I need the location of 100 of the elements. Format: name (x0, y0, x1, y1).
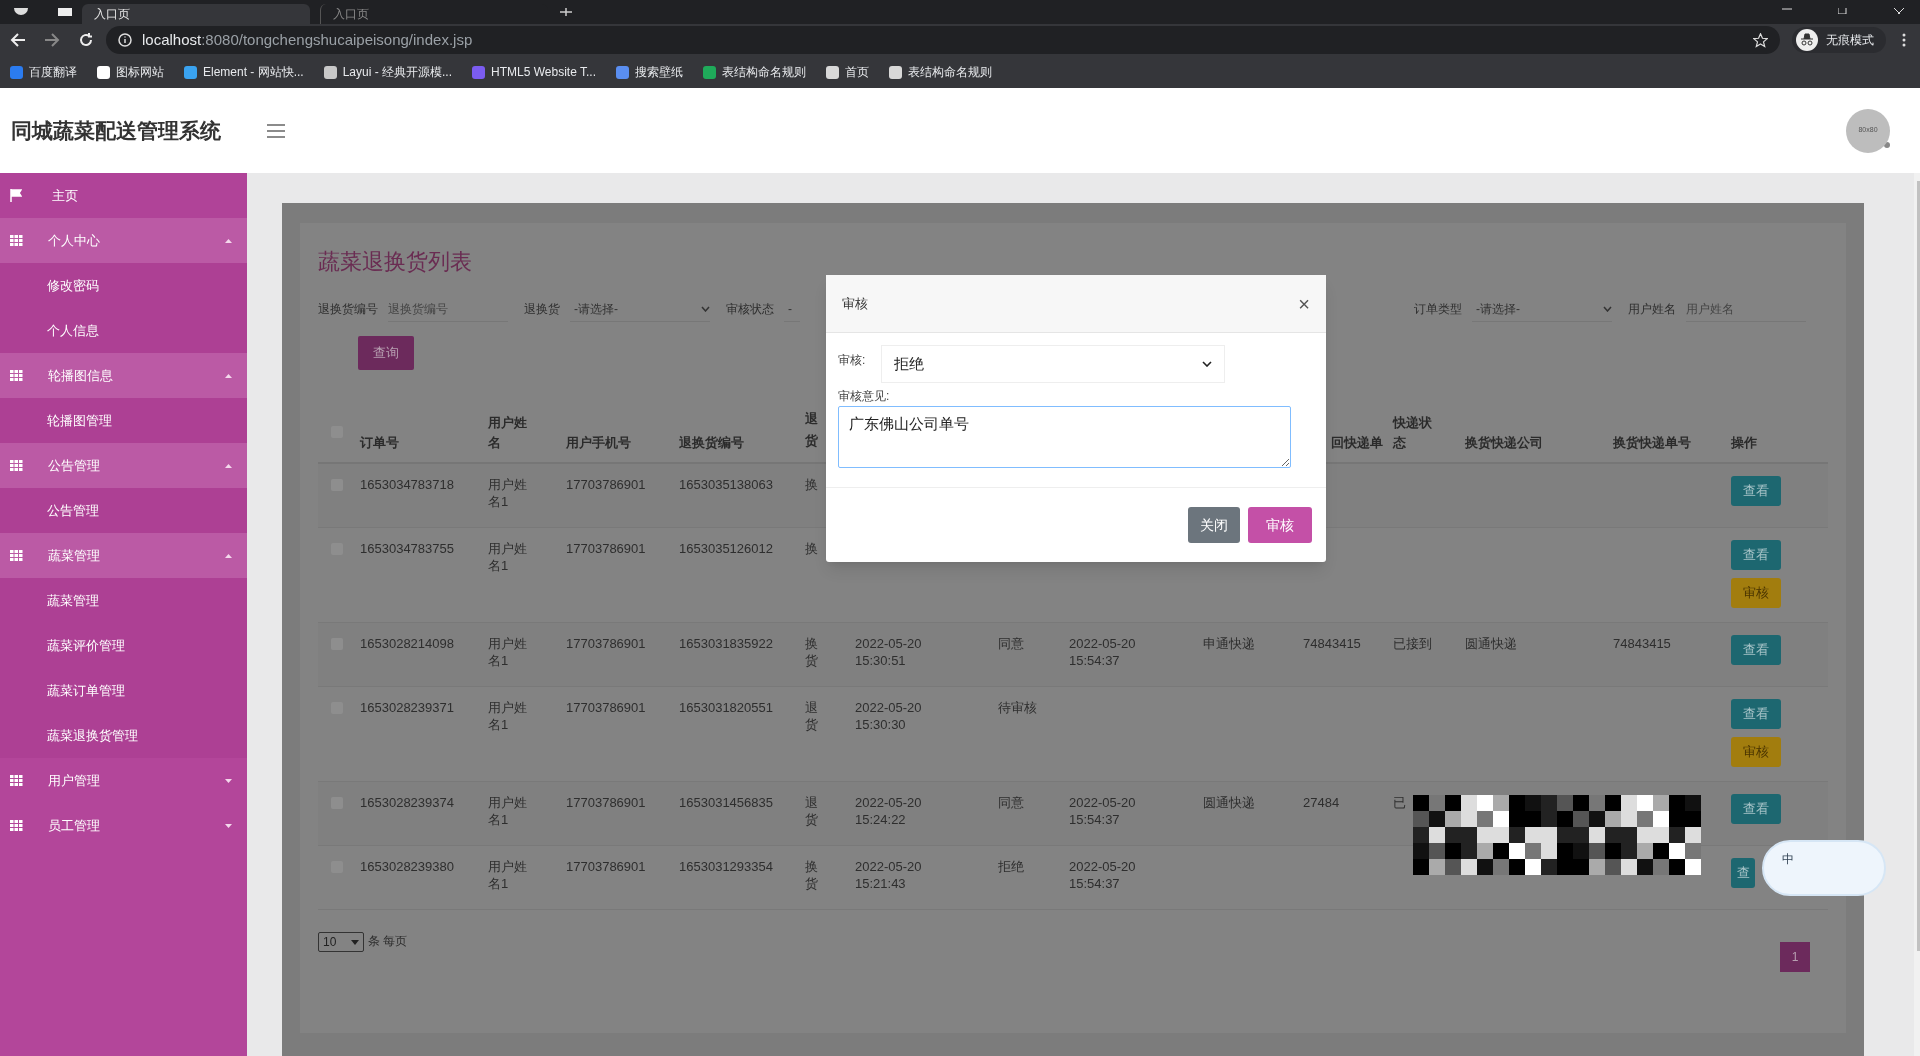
table-cell-text: 1653028239380 (360, 858, 455, 875)
page-size-select[interactable]: 10 (318, 932, 364, 952)
table-cell-text: 1653028239371 (360, 699, 455, 716)
sidebar-subitem[interactable]: 蔬菜评价管理 (0, 623, 247, 668)
sidebar-item[interactable]: 蔬菜管理 (0, 533, 247, 578)
bookmark[interactable]: 表结构命名规则 (703, 63, 806, 81)
bookmark[interactable]: Layui - 经典开源模... (323, 63, 453, 81)
filter-select[interactable]: - (784, 296, 800, 322)
filter-label: 退换货编号 (318, 301, 378, 318)
close-button[interactable]: 关闭 (1188, 507, 1240, 543)
table-cell-text: 2022-05-20 15:54:37 (1069, 858, 1137, 892)
view-button[interactable]: 查看 (1731, 540, 1781, 570)
filter-field[interactable]: 用户姓名 (1686, 296, 1806, 322)
close-button[interactable]: × (1298, 293, 1310, 314)
table-cell-text: 17703786901 (566, 476, 647, 493)
table-cell-text: 用户姓名1 (488, 794, 528, 828)
browser-tab[interactable]: 入口页 (82, 4, 310, 24)
back-icon[interactable] (10, 33, 26, 47)
audit-select[interactable]: 拒绝 (881, 345, 1226, 383)
column-header: 退货 (805, 410, 819, 450)
filter-label: 订单类型 (1414, 301, 1462, 318)
caret-up-icon (225, 238, 232, 243)
grid-icon (10, 235, 23, 246)
filter-label: 用户姓名 (1628, 301, 1676, 318)
audit-button[interactable]: 审核 (1731, 737, 1781, 767)
page-button[interactable]: 1 (1780, 942, 1810, 972)
audit-button[interactable]: 审核 (1731, 578, 1781, 608)
sidebar-item[interactable]: 个人中心 (0, 218, 247, 263)
opinion-field[interactable]: 广东佛山公司单号 (838, 406, 1291, 468)
bookmark[interactable]: 首页 (826, 63, 869, 81)
profile-chip[interactable]: 无痕模式 (1792, 27, 1886, 53)
bookmark[interactable]: 百度翻译 (10, 63, 77, 81)
table-cell-text: 2022-05-20 15:30:51 (855, 635, 923, 669)
flag-icon (10, 189, 22, 202)
dialog-title: 审核 (842, 294, 868, 313)
table-cell-text: 17703786901 (566, 635, 647, 652)
sidebar-subitem[interactable]: 蔬菜管理 (0, 578, 247, 623)
menu-icon[interactable] (267, 123, 285, 138)
column-header: 订单号 (360, 433, 400, 452)
view-button[interactable]: 查看 (1731, 476, 1781, 506)
address-bar[interactable]: localhost:8080/tongchengshucaipeisong/index.jsp (106, 26, 1780, 54)
view-button[interactable]: 查看 (1731, 635, 1781, 665)
sidebar-subitem[interactable]: 蔬菜退换货管理 (0, 713, 247, 758)
sidebar-subitem[interactable]: 修改密码 (0, 263, 247, 308)
filter-select[interactable]: -请选择- (1472, 296, 1612, 322)
sidebar-item[interactable]: 轮播图信息 (0, 353, 247, 398)
info-icon (118, 33, 132, 47)
caret-up-icon (225, 373, 232, 378)
column-header: 用户手机号 (566, 433, 632, 452)
bookmark[interactable]: HTML5 Website T... (472, 63, 596, 81)
table-cell-text: 1653031835922 (679, 635, 774, 652)
more-icon[interactable] (1902, 33, 1906, 47)
view-button[interactable]: 查 (1731, 858, 1755, 888)
incognito-icon (1796, 29, 1818, 51)
view-button[interactable]: 查看 (1731, 699, 1781, 729)
sidebar-item[interactable]: 公告管理 (0, 443, 247, 488)
forward-icon[interactable] (44, 33, 60, 47)
field-label: 审核意见: (838, 388, 891, 405)
caret-down-icon (225, 778, 232, 783)
column-header: 快递状态 (1393, 414, 1433, 452)
filter-label: 退换货 (524, 301, 560, 318)
caret-down-icon (225, 823, 232, 828)
audit-button[interactable]: 审核 (1248, 507, 1312, 543)
sidebar-subitem[interactable]: 公告管理 (0, 488, 247, 533)
column-header: 用户姓名 (488, 414, 528, 452)
table-cell-text: 1653031293354 (679, 858, 774, 875)
grid-icon (10, 460, 23, 471)
table-cell-text: 17703786901 (566, 858, 647, 875)
caret-up-icon (225, 553, 232, 558)
sidebar-subitem[interactable]: 蔬菜订单管理 (0, 668, 247, 713)
bookmark[interactable]: 图标网站 (97, 63, 164, 81)
table-cell-text: 用户姓名1 (488, 858, 528, 892)
column-header: 回快递单 (1331, 433, 1384, 452)
table-cell-text: 换 (805, 540, 819, 557)
sidebar-subitem[interactable]: 个人信息 (0, 308, 247, 353)
column-header: 换货快递公司 (1465, 433, 1544, 452)
bookmark[interactable]: Element - 网站快... (184, 63, 304, 81)
ime-indicator[interactable]: 中 (1762, 840, 1886, 896)
bookmark[interactable]: 表结构命名规则 (889, 63, 992, 81)
sidebar-subitem[interactable]: 轮播图管理 (0, 398, 247, 443)
app-title: 同城蔬菜配送管理系统 (11, 117, 221, 144)
close-icon[interactable] (1894, 8, 1904, 14)
table-cell-text: 退货 (805, 699, 819, 733)
chevron-down-icon (1202, 361, 1213, 367)
star-icon[interactable] (1753, 32, 1768, 48)
new-tab-icon[interactable] (560, 8, 572, 16)
table-cell-text: 1653034783755 (360, 540, 455, 557)
table-cell-text: 已 (1393, 794, 1407, 811)
table-cell-text: 已接到 (1393, 635, 1433, 652)
bookmark[interactable]: 搜索壁纸 (616, 63, 683, 81)
view-button[interactable]: 查看 (1731, 794, 1781, 824)
table-cell-text: 换 (805, 476, 819, 493)
reload-icon[interactable] (78, 32, 94, 48)
restore-icon[interactable] (1838, 8, 1848, 14)
table-cell-text: 17703786901 (566, 540, 647, 557)
filter-select[interactable]: -请选择- (570, 296, 710, 322)
table-cell-text: 用户姓名1 (488, 635, 528, 669)
search-button[interactable]: 查询 (358, 336, 414, 370)
table-cell-text: 圆通快递 (1203, 794, 1256, 811)
table-cell-text: 1653028214098 (360, 635, 455, 652)
